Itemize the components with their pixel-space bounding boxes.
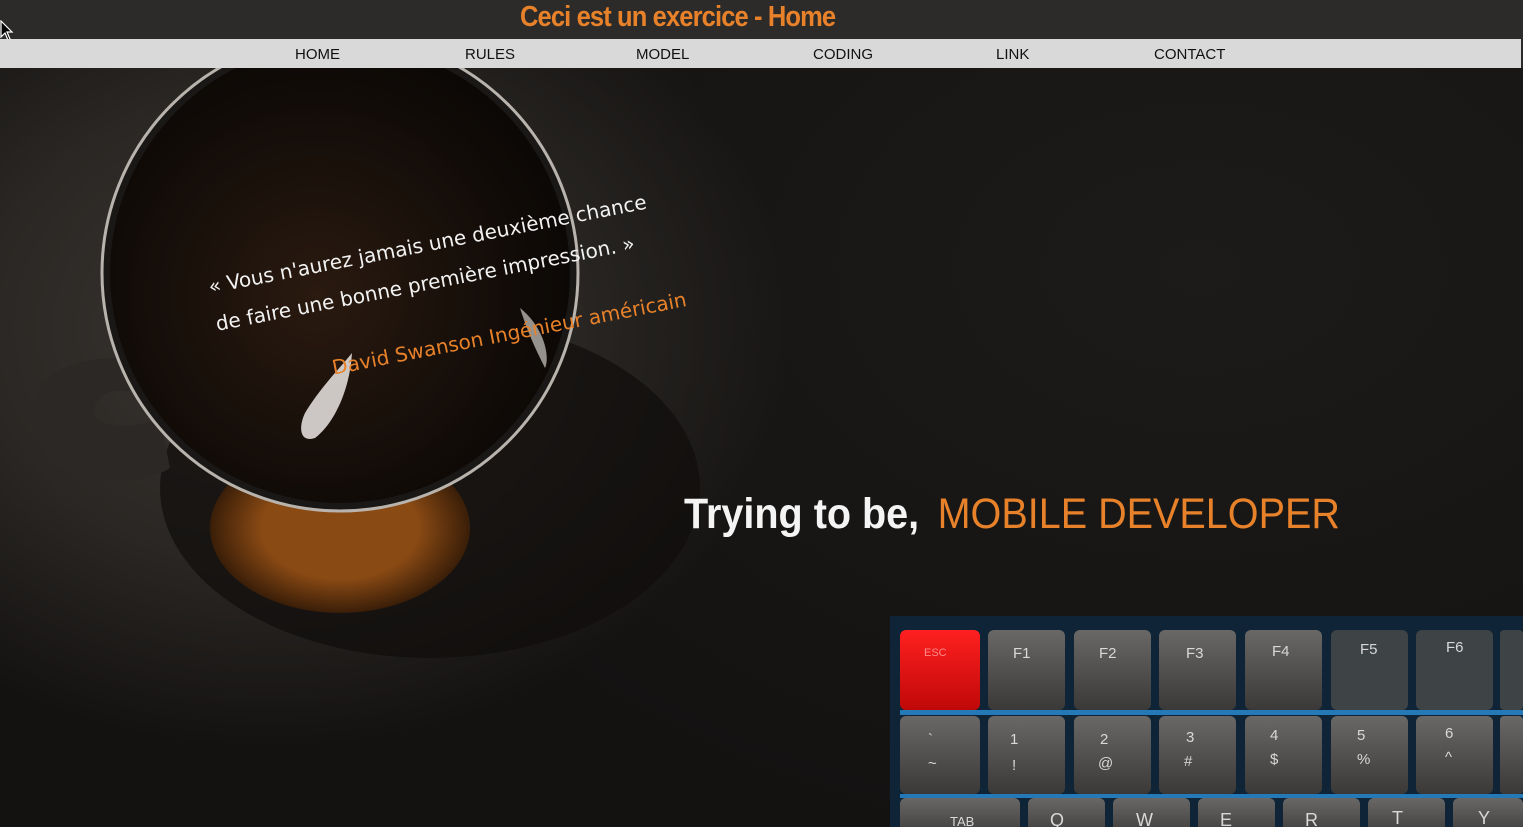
tagline-prefix: Trying to be, xyxy=(684,490,920,538)
key-e: E xyxy=(1220,810,1232,827)
top-header-bar: Ceci est un exercice - Home xyxy=(0,0,1523,39)
key-tab: TAB xyxy=(950,814,974,827)
key-caret: ^ xyxy=(1445,749,1452,766)
key-percent: % xyxy=(1357,751,1370,768)
key-w: W xyxy=(1136,810,1153,827)
key-3: 3 xyxy=(1186,729,1194,746)
key-f1: F1 xyxy=(1013,645,1031,662)
main-navigation: HOME RULES MODEL CODING LINK CONTACT xyxy=(0,39,1521,68)
key-5: 5 xyxy=(1357,727,1365,744)
key-2: 2 xyxy=(1100,731,1108,748)
key-f3: F3 xyxy=(1186,645,1204,662)
nav-link[interactable]: LINK xyxy=(996,46,1029,63)
hero-section: ESC F1 F2 F3 F4 F5 F6 ` 1 2 3 4 5 6 ~ ! … xyxy=(0,68,1523,827)
keyboard-function-row xyxy=(900,630,1523,710)
nav-contact[interactable]: CONTACT xyxy=(1154,46,1225,63)
keyboard-letter-row xyxy=(900,798,1523,827)
key-y: Y xyxy=(1478,808,1490,827)
site-title: Ceci est un exercice - Home xyxy=(520,1,836,33)
key-dollar: $ xyxy=(1270,751,1279,768)
key-hash: # xyxy=(1184,753,1193,770)
hero-tagline: Trying to be, MOBILE DEVELOPER xyxy=(684,490,1340,539)
tagline-role: MOBILE DEVELOPER xyxy=(937,490,1340,538)
key-backtick: ` xyxy=(928,731,933,748)
nav-rules[interactable]: RULES xyxy=(465,46,515,63)
key-f5: F5 xyxy=(1360,641,1378,658)
key-1: 1 xyxy=(1010,731,1018,748)
key-f4: F4 xyxy=(1272,643,1290,660)
key-q: Q xyxy=(1050,810,1064,827)
page: Ceci est un exercice - Home HOME RULES M… xyxy=(0,0,1523,827)
nav-home[interactable]: HOME xyxy=(295,46,340,63)
key-exclaim: ! xyxy=(1012,757,1016,774)
key-at: @ xyxy=(1098,755,1113,772)
key-4: 4 xyxy=(1270,727,1278,744)
nav-coding[interactable]: CODING xyxy=(813,46,873,63)
key-esc: ESC xyxy=(924,647,947,659)
key-r: R xyxy=(1305,810,1318,827)
key-f2: F2 xyxy=(1099,645,1117,662)
key-f6: F6 xyxy=(1446,639,1464,656)
key-t: T xyxy=(1392,808,1403,827)
hero-background-image: ESC F1 F2 F3 F4 F5 F6 ` 1 2 3 4 5 6 ~ ! … xyxy=(32,68,1523,827)
keyboard-number-row xyxy=(900,716,1523,794)
nav-model[interactable]: MODEL xyxy=(636,46,689,63)
key-6: 6 xyxy=(1445,725,1453,742)
key-tilde: ~ xyxy=(928,755,937,772)
